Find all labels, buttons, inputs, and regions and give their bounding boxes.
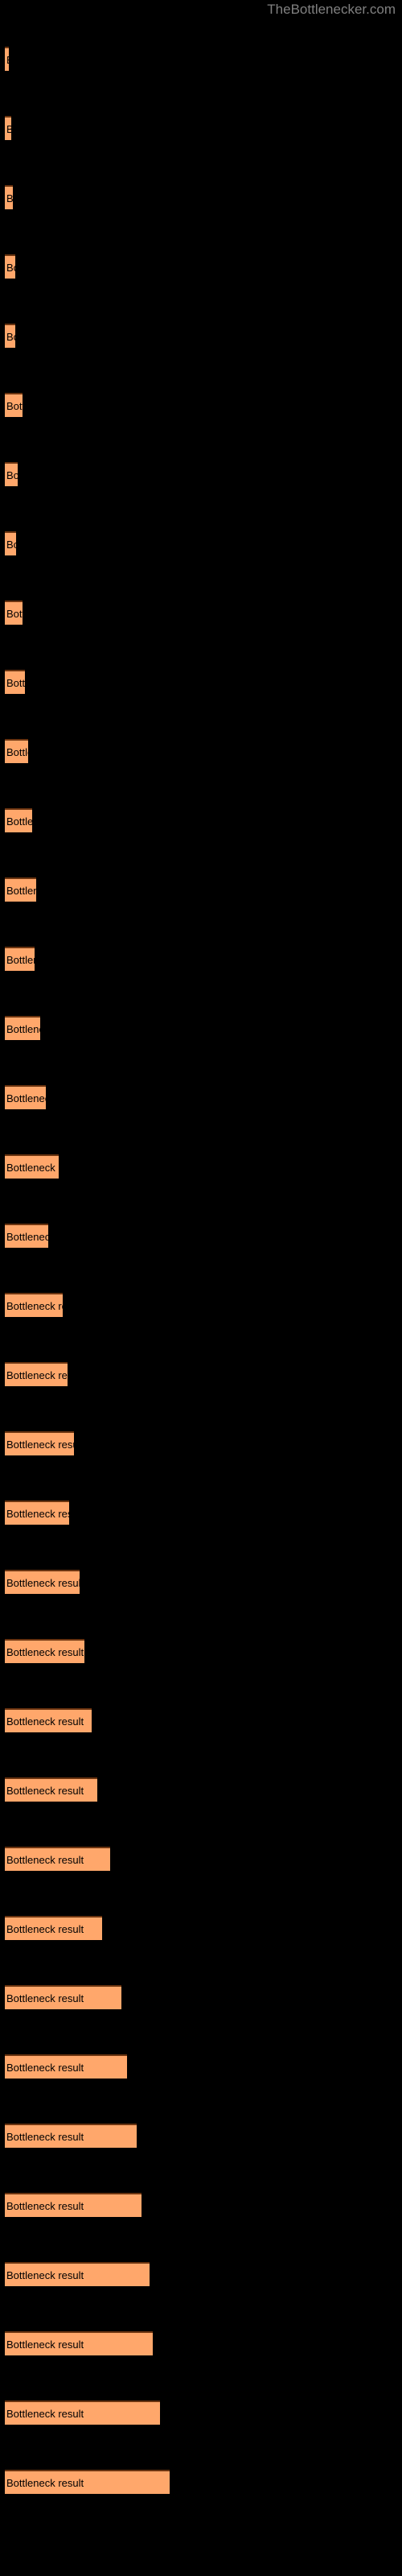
chart-bar: Bottleneck result (5, 877, 36, 902)
chart-bar-label: Bottleneck result (6, 1300, 63, 1312)
chart-bar-label: Bottleneck result (6, 2408, 84, 2420)
chart-bar: Bottleneck result (5, 1501, 69, 1525)
chart-bar: Bottleneck result (5, 808, 32, 832)
chart-bar-label: Bottleneck result (6, 1854, 84, 1866)
chart-bar: Bottleneck result (5, 1362, 68, 1386)
chart-bar-label: Bottleneck result (6, 815, 32, 828)
chart-bar-label: Bottleneck result (6, 1785, 84, 1797)
chart-bar: Bottleneck result (5, 2054, 127, 2079)
chart-bar-label: Bottleneck result (6, 677, 25, 689)
chart-bar-label: Bottleneck result (6, 2062, 84, 2074)
chart-bar: Bottleneck result (5, 185, 13, 209)
chart-bar-label: Bottleneck result (6, 2477, 84, 2489)
chart-bar-label: Bottleneck result (6, 192, 13, 204)
chart-bar: Bottleneck result (5, 462, 18, 486)
chart-bar-label: Bottleneck result (6, 1092, 46, 1104)
chart-bar: Bottleneck result (5, 1639, 84, 1663)
chart-bar: Bottleneck result (5, 601, 23, 625)
chart-bar: Bottleneck result (5, 531, 16, 555)
chart-bar: Bottleneck result (5, 739, 28, 763)
chart-bar: Bottleneck result (5, 1985, 121, 2009)
chart-bar: Bottleneck result (5, 1916, 102, 1940)
chart-bar: Bottleneck result (5, 947, 35, 971)
chart-bar: Bottleneck result (5, 393, 23, 417)
chart-bar: Bottleneck result (5, 1293, 63, 1317)
chart-bar-label: Bottleneck result (6, 1369, 68, 1381)
chart-bar-label: Bottleneck result (6, 954, 35, 966)
chart-bar: Bottleneck result (5, 2262, 150, 2286)
chart-bar: Bottleneck result (5, 1570, 80, 1594)
chart-bar: Bottleneck result (5, 116, 11, 140)
chart-bar: Bottleneck result (5, 2193, 142, 2217)
chart-bar: Bottleneck result (5, 2331, 153, 2355)
chart-bar-label: Bottleneck result (6, 262, 15, 274)
chart-bar: Bottleneck result (5, 1016, 40, 1040)
chart-bar: Bottleneck result (5, 2470, 170, 2494)
chart-bar-label: Bottleneck result (6, 1577, 80, 1589)
chart-bar: Bottleneck result (5, 47, 9, 71)
chart-bar-label: Bottleneck result (6, 1508, 69, 1520)
chart-bar-label: Bottleneck result (6, 331, 15, 343)
chart-bar-label: Bottleneck result (6, 1439, 74, 1451)
chart-bar-label: Bottleneck result (6, 469, 18, 481)
chart-bar-label: Bottleneck result (6, 885, 36, 897)
chart-bar-label: Bottleneck result (6, 1923, 84, 1935)
chart-bar-label: Bottleneck result (6, 1162, 59, 1174)
chart-bar: Bottleneck result (5, 2124, 137, 2148)
chart-bar-label: Bottleneck result (6, 1231, 48, 1243)
chart-bar-label: Bottleneck result (6, 746, 28, 758)
chart-bar: Bottleneck result (5, 1431, 74, 1455)
chart-bar-label: Bottleneck result (6, 539, 16, 551)
chart-bar-label: Bottleneck result (6, 2269, 84, 2281)
chart-bar-label: Bottleneck result (6, 122, 11, 138)
bottleneck-chart-page: TheBottlenecker.com Bottleneck resultBot… (0, 0, 402, 2576)
chart-bar-label: Bottleneck result (6, 608, 23, 620)
chart-bar-label: Bottleneck result (6, 1715, 84, 1728)
chart-bar: Bottleneck result (5, 324, 15, 348)
bar-chart-plot-area: Bottleneck result Bottleneck result Bottle… (0, 0, 402, 2576)
chart-bar: Bottleneck result (5, 254, 15, 279)
chart-bar: Bottleneck result (5, 2401, 160, 2425)
chart-bar: Bottleneck result (5, 1708, 92, 1732)
chart-bar-label: Bottleneck result (6, 1023, 40, 1035)
chart-bar-label: Bottleneck result (6, 2131, 84, 2143)
chart-bar: Bottleneck result (5, 1085, 46, 1109)
chart-bar: Bottleneck result (5, 1847, 110, 1871)
chart-bar-label: Bottleneck result (6, 1992, 84, 2004)
chart-bar-label: Bottleneck result (6, 2200, 84, 2212)
chart-bar: Bottleneck result (5, 1777, 97, 1802)
chart-bar-label: Bottleneck result (6, 400, 23, 412)
chart-bar: Bottleneck result (5, 1154, 59, 1179)
chart-bar: Bottleneck result (5, 1224, 48, 1248)
chart-bar: Bottleneck result (5, 670, 25, 694)
chart-bar-label: Bottleneck result (6, 52, 9, 68)
chart-bar-label: Bottleneck result (6, 2339, 84, 2351)
chart-bar-label: Bottleneck result (6, 1646, 84, 1658)
